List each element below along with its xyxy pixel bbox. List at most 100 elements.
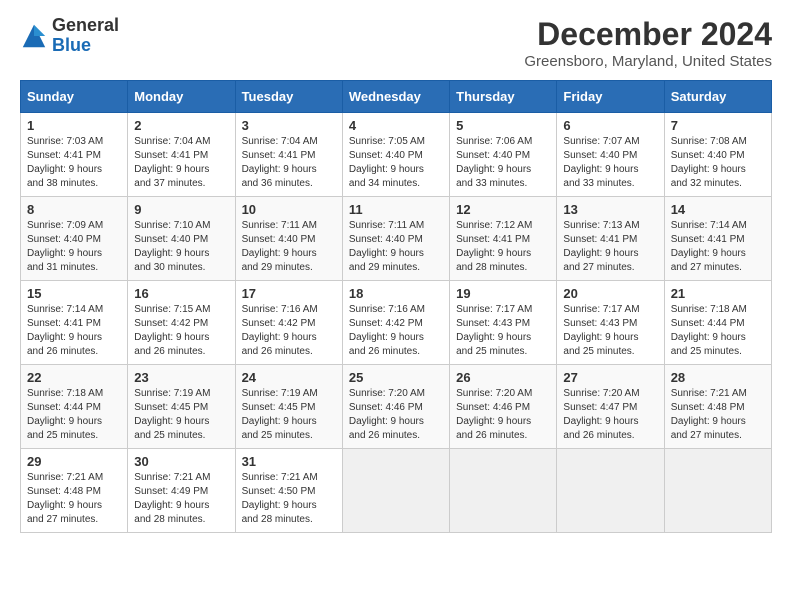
calendar-cell: 8 Sunrise: 7:09 AMSunset: 4:40 PMDaylight… [21, 197, 128, 281]
page-header: General Blue December 2024 Greensboro, M… [20, 16, 772, 70]
title-area: December 2024 Greensboro, Maryland, Unit… [524, 16, 772, 70]
day-info: Sunrise: 7:17 AMSunset: 4:43 PMDaylight:… [456, 303, 550, 359]
day-info: Sunrise: 7:08 AMSunset: 4:40 PMDaylight:… [671, 135, 765, 191]
col-header-wednesday: Wednesday [342, 81, 449, 113]
calendar-cell: 24 Sunrise: 7:19 AMSunset: 4:45 PMDayligh… [235, 365, 342, 449]
calendar-cell: 22 Sunrise: 7:18 AMSunset: 4:44 PMDayligh… [21, 365, 128, 449]
day-number: 24 [242, 370, 336, 385]
day-info: Sunrise: 7:14 AMSunset: 4:41 PMDaylight:… [27, 303, 121, 359]
calendar-cell [664, 449, 771, 533]
day-info: Sunrise: 7:03 AMSunset: 4:41 PMDaylight:… [27, 135, 121, 191]
day-info: Sunrise: 7:07 AMSunset: 4:40 PMDaylight:… [563, 135, 657, 191]
calendar-cell: 26 Sunrise: 7:20 AMSunset: 4:46 PMDayligh… [450, 365, 557, 449]
calendar-cell: 27Sunrise: 7:20 AMSunset: 4:47 PMDayligh… [557, 365, 664, 449]
days-header-row: SundayMondayTuesdayWednesdayThursdayFrid… [21, 81, 772, 113]
day-info: Sunrise: 7:21 AMSunset: 4:50 PMDaylight:… [242, 471, 336, 527]
day-info: Sunrise: 7:18 AMSunset: 4:44 PMDaylight:… [27, 387, 121, 443]
day-number: 12 [456, 202, 550, 217]
day-number: 13 [563, 202, 657, 217]
day-info: Sunrise: 7:16 AMSunset: 4:42 PMDaylight:… [349, 303, 443, 359]
day-number: 23 [134, 370, 228, 385]
day-number: 5 [456, 118, 550, 133]
day-info: Sunrise: 7:11 AMSunset: 4:40 PMDaylight:… [242, 219, 336, 275]
calendar-cell: 7 Sunrise: 7:08 AMSunset: 4:40 PMDaylight… [664, 113, 771, 197]
calendar-week-5: 29Sunrise: 7:21 AMSunset: 4:48 PMDayligh… [21, 449, 772, 533]
col-header-monday: Monday [128, 81, 235, 113]
calendar-cell [342, 449, 449, 533]
day-number: 31 [242, 454, 336, 469]
day-number: 2 [134, 118, 228, 133]
calendar-cell: 13Sunrise: 7:13 AMSunset: 4:41 PMDayligh… [557, 197, 664, 281]
day-info: Sunrise: 7:12 AMSunset: 4:41 PMDaylight:… [456, 219, 550, 275]
day-info: Sunrise: 7:20 AMSunset: 4:46 PMDaylight:… [456, 387, 550, 443]
day-info: Sunrise: 7:10 AMSunset: 4:40 PMDaylight:… [134, 219, 228, 275]
day-number: 26 [456, 370, 550, 385]
calendar-cell: 28 Sunrise: 7:21 AMSunset: 4:48 PMDayligh… [664, 365, 771, 449]
calendar-cell: 5Sunrise: 7:06 AMSunset: 4:40 PMDaylight… [450, 113, 557, 197]
calendar-cell: 10 Sunrise: 7:11 AMSunset: 4:40 PMDayligh… [235, 197, 342, 281]
calendar-cell: 21 Sunrise: 7:18 AMSunset: 4:44 PMDayligh… [664, 281, 771, 365]
day-info: Sunrise: 7:19 AMSunset: 4:45 PMDaylight:… [242, 387, 336, 443]
calendar-cell: 15Sunrise: 7:14 AMSunset: 4:41 PMDayligh… [21, 281, 128, 365]
day-number: 30 [134, 454, 228, 469]
col-header-sunday: Sunday [21, 81, 128, 113]
calendar-cell: 1 Sunrise: 7:03 AMSunset: 4:41 PMDaylight… [21, 113, 128, 197]
day-number: 3 [242, 118, 336, 133]
day-info: Sunrise: 7:15 AMSunset: 4:42 PMDaylight:… [134, 303, 228, 359]
calendar-week-4: 22 Sunrise: 7:18 AMSunset: 4:44 PMDayligh… [21, 365, 772, 449]
calendar-week-3: 15Sunrise: 7:14 AMSunset: 4:41 PMDayligh… [21, 281, 772, 365]
day-number: 1 [27, 118, 121, 133]
day-number: 11 [349, 202, 443, 217]
calendar-cell: 4Sunrise: 7:05 AMSunset: 4:40 PMDaylight… [342, 113, 449, 197]
day-number: 28 [671, 370, 765, 385]
day-number: 9 [134, 202, 228, 217]
calendar-cell [557, 449, 664, 533]
day-number: 10 [242, 202, 336, 217]
calendar-cell: 20 Sunrise: 7:17 AMSunset: 4:43 PMDayligh… [557, 281, 664, 365]
calendar-week-1: 1 Sunrise: 7:03 AMSunset: 4:41 PMDaylight… [21, 113, 772, 197]
col-header-thursday: Thursday [450, 81, 557, 113]
logo-blue: Blue [52, 36, 119, 56]
day-info: Sunrise: 7:21 AMSunset: 4:48 PMDaylight:… [671, 387, 765, 443]
day-number: 22 [27, 370, 121, 385]
day-info: Sunrise: 7:20 AMSunset: 4:47 PMDaylight:… [563, 387, 657, 443]
calendar-cell: 30Sunrise: 7:21 AMSunset: 4:49 PMDayligh… [128, 449, 235, 533]
calendar-week-2: 8 Sunrise: 7:09 AMSunset: 4:40 PMDaylight… [21, 197, 772, 281]
day-info: Sunrise: 7:16 AMSunset: 4:42 PMDaylight:… [242, 303, 336, 359]
day-info: Sunrise: 7:17 AMSunset: 4:43 PMDaylight:… [563, 303, 657, 359]
day-number: 7 [671, 118, 765, 133]
day-number: 17 [242, 286, 336, 301]
calendar-cell: 6 Sunrise: 7:07 AMSunset: 4:40 PMDaylight… [557, 113, 664, 197]
col-header-friday: Friday [557, 81, 664, 113]
calendar-cell: 18Sunrise: 7:16 AMSunset: 4:42 PMDayligh… [342, 281, 449, 365]
day-info: Sunrise: 7:19 AMSunset: 4:45 PMDaylight:… [134, 387, 228, 443]
day-number: 21 [671, 286, 765, 301]
calendar-cell: 23 Sunrise: 7:19 AMSunset: 4:45 PMDayligh… [128, 365, 235, 449]
calendar-cell: 25Sunrise: 7:20 AMSunset: 4:46 PMDayligh… [342, 365, 449, 449]
day-number: 20 [563, 286, 657, 301]
calendar-table: SundayMondayTuesdayWednesdayThursdayFrid… [20, 80, 772, 533]
calendar-cell: 29Sunrise: 7:21 AMSunset: 4:48 PMDayligh… [21, 449, 128, 533]
day-number: 19 [456, 286, 550, 301]
calendar-cell: 17 Sunrise: 7:16 AMSunset: 4:42 PMDayligh… [235, 281, 342, 365]
calendar-cell: 2 Sunrise: 7:04 AMSunset: 4:41 PMDaylight… [128, 113, 235, 197]
day-number: 4 [349, 118, 443, 133]
day-info: Sunrise: 7:11 AMSunset: 4:40 PMDaylight:… [349, 219, 443, 275]
day-info: Sunrise: 7:09 AMSunset: 4:40 PMDaylight:… [27, 219, 121, 275]
calendar-cell: 16Sunrise: 7:15 AMSunset: 4:42 PMDayligh… [128, 281, 235, 365]
day-info: Sunrise: 7:04 AMSunset: 4:41 PMDaylight:… [134, 135, 228, 191]
calendar-cell: 14Sunrise: 7:14 AMSunset: 4:41 PMDayligh… [664, 197, 771, 281]
day-info: Sunrise: 7:04 AMSunset: 4:41 PMDaylight:… [242, 135, 336, 191]
day-number: 8 [27, 202, 121, 217]
calendar-cell [450, 449, 557, 533]
day-number: 14 [671, 202, 765, 217]
calendar-cell: 19 Sunrise: 7:17 AMSunset: 4:43 PMDayligh… [450, 281, 557, 365]
calendar-cell: 3 Sunrise: 7:04 AMSunset: 4:41 PMDaylight… [235, 113, 342, 197]
day-info: Sunrise: 7:18 AMSunset: 4:44 PMDaylight:… [671, 303, 765, 359]
calendar-cell: 9 Sunrise: 7:10 AMSunset: 4:40 PMDaylight… [128, 197, 235, 281]
day-info: Sunrise: 7:21 AMSunset: 4:48 PMDaylight:… [27, 471, 121, 527]
calendar-subtitle: Greensboro, Maryland, United States [524, 53, 772, 70]
day-number: 6 [563, 118, 657, 133]
col-header-saturday: Saturday [664, 81, 771, 113]
day-info: Sunrise: 7:20 AMSunset: 4:46 PMDaylight:… [349, 387, 443, 443]
